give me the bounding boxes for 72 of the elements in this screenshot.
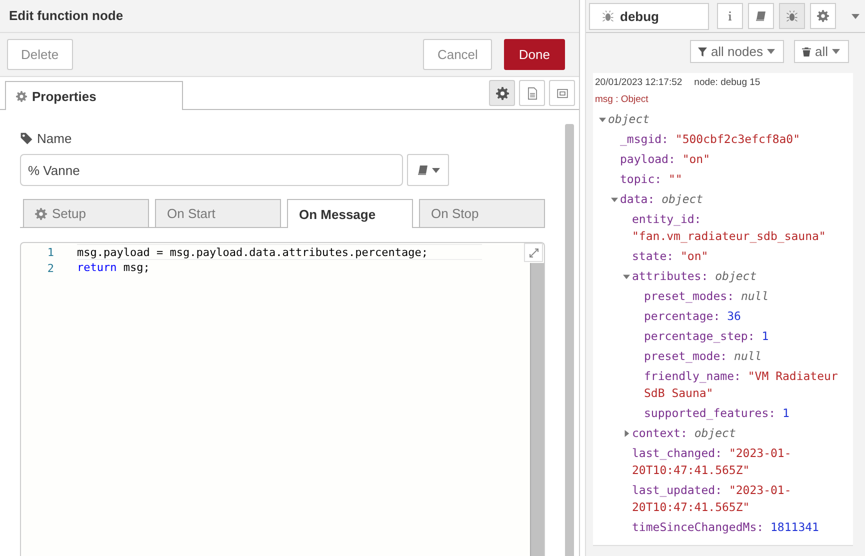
gear-icon	[817, 10, 829, 22]
gear-tool-button[interactable]	[489, 80, 515, 106]
tree-entry: timeSinceChangedMs: 1811341	[632, 518, 819, 536]
book-tab-button[interactable]	[748, 3, 774, 29]
tree-entry: preset_modes: null	[644, 288, 769, 304]
debug-tab[interactable]: debug	[589, 2, 709, 30]
clear-button[interactable]: all	[794, 40, 849, 63]
scrollbar[interactable]	[530, 263, 544, 556]
node-label: node: debug 15	[694, 77, 760, 88]
bug-icon	[786, 10, 798, 22]
delete-button[interactable]: Delete	[7, 39, 73, 70]
tree-entry: state: "on"	[632, 248, 708, 264]
scrollbar[interactable]	[565, 124, 574, 556]
tree-entry: percentage: 36	[644, 308, 741, 324]
tree-entry: entity_id: "fan.vm_radiateur_sdb_sauna"	[632, 210, 827, 244]
code-tab[interactable]: Setup	[23, 199, 149, 227]
document-tool-button[interactable]	[519, 80, 545, 106]
gear-icon	[35, 208, 47, 220]
tree-entry: preset_mode: null	[644, 348, 762, 364]
tree-entry: last_updated: "2023-01-20T10:47:41.565Z"	[632, 482, 792, 516]
tree-entry: friendly_name: "VM Radiateur SdB Sauna"	[644, 368, 839, 402]
tree-entry[interactable]: context: object	[632, 424, 736, 442]
tree-entry[interactable]: object	[608, 110, 650, 128]
cancel-button[interactable]: Cancel	[423, 39, 492, 70]
tree-entry: payload: "on"	[620, 150, 710, 168]
caret-icon	[832, 49, 840, 54]
tag-icon	[20, 132, 33, 145]
gear-icon	[496, 86, 508, 100]
tree-entry: percentage_step: 1	[644, 328, 769, 344]
done-button[interactable]: Done	[504, 39, 565, 70]
filter-icon	[698, 46, 707, 56]
bug-tab-button[interactable]	[779, 3, 805, 29]
trash-icon	[802, 46, 811, 56]
field-label: Name	[37, 131, 72, 146]
code-line: msg.payload = msg.payload.data.attributes.percentage;	[77, 244, 482, 260]
dialog-title: Edit function node	[0, 0, 579, 33]
tree-entry[interactable]: attributes: object	[632, 268, 757, 284]
tree-entry: _msgid: "500cbf2c3efcf8a0"	[620, 130, 800, 148]
library-button[interactable]	[407, 154, 449, 186]
caret-icon[interactable]	[623, 430, 630, 436]
tree-entry[interactable]: data: object	[620, 190, 704, 208]
document-icon	[526, 86, 538, 100]
message-type: msg : Object	[595, 94, 650, 105]
line-number: 1	[46, 246, 55, 258]
book-icon	[755, 10, 767, 22]
frame-tool-button[interactable]	[549, 80, 575, 106]
code-tab[interactable]: On Message	[287, 199, 413, 228]
caret-icon[interactable]	[623, 272, 630, 280]
properties-tab[interactable]: Properties	[5, 81, 183, 110]
gear-tab-button[interactable]	[810, 3, 836, 29]
name-field[interactable]: % Vanne	[20, 154, 403, 186]
code-tab[interactable]: On Start	[155, 199, 281, 227]
caret-icon	[766, 49, 775, 54]
expand-button[interactable]	[524, 243, 543, 262]
code-line: return msg;	[77, 260, 151, 276]
caret-icon[interactable]	[599, 116, 606, 122]
timestamp: 20/01/2023 12:17:52	[595, 77, 682, 88]
tree-entry: last_changed: "2023-01-20T10:47:41.565Z"	[632, 444, 792, 478]
caret-icon[interactable]	[851, 14, 860, 18]
tree-entry: topic: ""	[620, 170, 682, 188]
expand-icon	[528, 248, 538, 258]
book-icon	[416, 164, 428, 176]
code-tab[interactable]: On Stop	[419, 199, 545, 227]
filter-button[interactable]: all nodes	[690, 40, 784, 63]
bug-icon	[602, 10, 614, 22]
frame-icon	[556, 86, 568, 100]
line-number: 2	[46, 262, 55, 274]
caret-icon[interactable]	[611, 196, 618, 202]
caret-icon	[432, 168, 440, 172]
code-editor[interactable]: 1 msg.payload = msg.payload.data.attributes.percentage; 2 return msg;	[20, 242, 545, 556]
tree-entry: supported_features: 1	[644, 404, 790, 422]
gear-icon	[16, 90, 27, 102]
